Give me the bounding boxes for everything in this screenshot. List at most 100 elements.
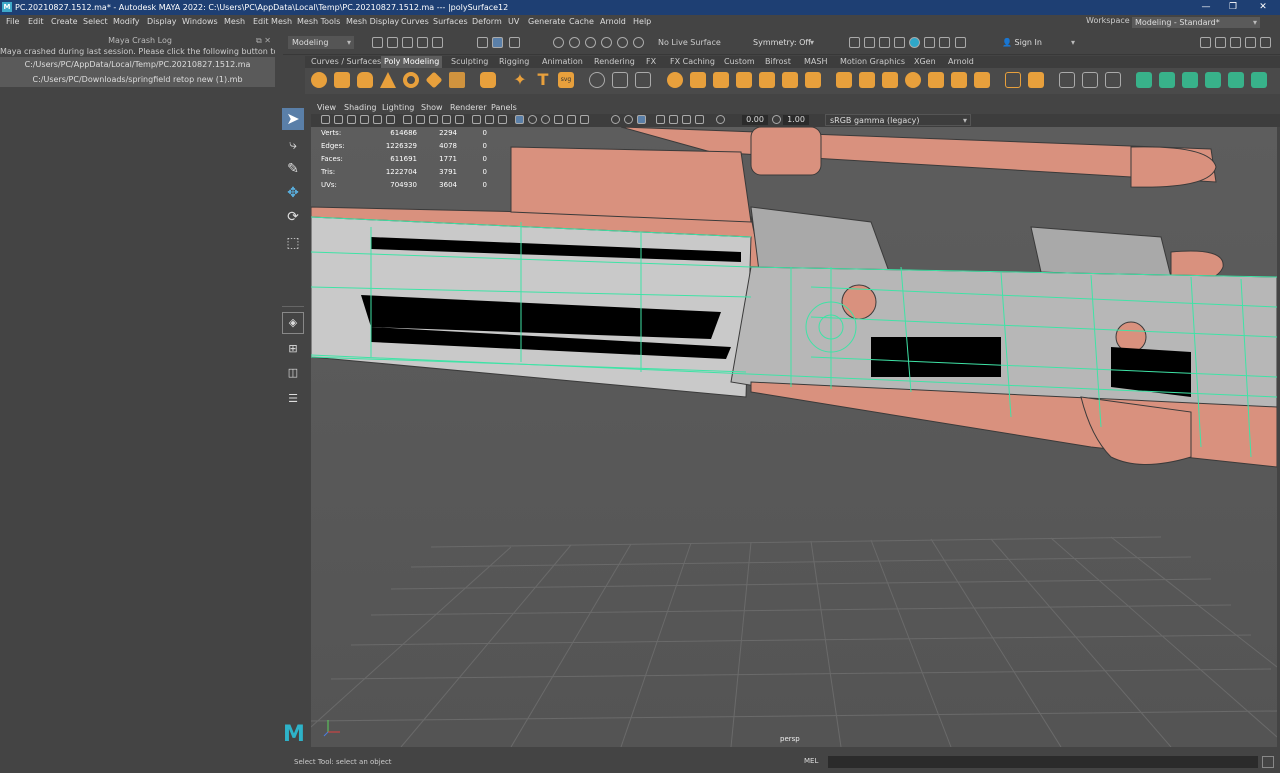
maximize-icon[interactable]: ❐: [1220, 0, 1246, 15]
merge-icon[interactable]: [951, 72, 967, 88]
gate-mask-icon[interactable]: [442, 115, 451, 124]
bookmarks-icon[interactable]: [347, 115, 356, 124]
input-connections-icon[interactable]: [849, 37, 860, 48]
poly-disc-icon[interactable]: [449, 72, 465, 88]
menu-set-dropdown[interactable]: Modeling: [288, 36, 354, 49]
super-shape-icon[interactable]: ✦: [512, 72, 528, 88]
render-frame-icon[interactable]: [909, 37, 920, 48]
menu-cache[interactable]: Cache: [569, 15, 594, 29]
shelf-tab-bifrost[interactable]: Bifrost: [765, 56, 791, 68]
single-perspective-layout-icon[interactable]: ◈: [282, 312, 304, 334]
output-connections-icon[interactable]: [864, 37, 875, 48]
shelf-tab-mash[interactable]: MASH: [804, 56, 827, 68]
select-camera-icon[interactable]: [321, 115, 330, 124]
extrude-icon[interactable]: [836, 72, 852, 88]
fill-hole-icon[interactable]: [805, 72, 821, 88]
svg-icon[interactable]: svg: [558, 72, 574, 88]
anti-aliasing-icon[interactable]: [637, 115, 646, 124]
viewport-menu-renderer[interactable]: Renderer: [450, 102, 487, 113]
perspective-viewport[interactable]: [311, 127, 1277, 747]
field-chart-icon[interactable]: [455, 115, 464, 124]
bevel-icon[interactable]: [882, 72, 898, 88]
make-live-icon[interactable]: [633, 37, 644, 48]
new-scene-icon[interactable]: [372, 37, 383, 48]
snap-to-view-plane-icon[interactable]: [617, 37, 628, 48]
quad-draw-icon[interactable]: [1082, 72, 1098, 88]
menu-deform[interactable]: Deform: [472, 15, 502, 29]
depth-of-field-icon[interactable]: [656, 115, 665, 124]
menu-create[interactable]: Create: [51, 15, 78, 29]
workspace-dropdown[interactable]: Modeling - Standard*: [1132, 17, 1260, 28]
text-icon[interactable]: T: [535, 72, 551, 88]
menu-edit-mesh[interactable]: Edit Mesh: [253, 15, 292, 29]
retopo-icon[interactable]: [782, 72, 798, 88]
2d-pan-zoom-icon[interactable]: [373, 115, 382, 124]
smooth-shade-icon[interactable]: [528, 115, 537, 124]
shelf-tab-xgen[interactable]: XGen: [914, 56, 936, 68]
outliner-layout-icon[interactable]: ☰: [282, 388, 304, 410]
camera-uv-icon[interactable]: [1228, 72, 1244, 88]
menu-help[interactable]: Help: [633, 15, 651, 29]
combine-icon[interactable]: [635, 72, 651, 88]
shelf-tab-rigging[interactable]: Rigging: [499, 56, 529, 68]
menu-uv[interactable]: UV: [508, 15, 519, 29]
close-icon[interactable]: ✕: [1250, 0, 1276, 15]
crash-file-button-1[interactable]: C:/Users/PC/AppData/Local/Temp/PC.202108…: [0, 57, 275, 72]
spherical-uv-icon[interactable]: [1205, 72, 1221, 88]
four-view-layout-icon[interactable]: ⊞: [282, 338, 304, 360]
camera-attributes-icon[interactable]: [334, 115, 343, 124]
type-icon[interactable]: [612, 72, 628, 88]
shadows-icon[interactable]: [580, 115, 589, 124]
menu-edit[interactable]: Edit: [28, 15, 44, 29]
crash-file-button-2[interactable]: C:/Users/PC/Downloads/springfield retop …: [0, 72, 275, 87]
undo-icon[interactable]: [417, 37, 428, 48]
isolate-select-icon[interactable]: [498, 115, 507, 124]
ambient-occlusion-icon[interactable]: [611, 115, 620, 124]
shelf-tab-arnold[interactable]: Arnold: [948, 56, 974, 68]
render-settings-icon[interactable]: [939, 37, 950, 48]
mel-command-input[interactable]: [828, 756, 1258, 768]
viewport-menu-shading[interactable]: Shading: [344, 102, 377, 113]
ipr-render-icon[interactable]: [924, 37, 935, 48]
live-surface-label[interactable]: No Live Surface: [658, 38, 721, 47]
sign-in-dropdown[interactable]: 👤 Sign In: [998, 36, 1078, 49]
viewport-menu-panels[interactable]: Panels: [491, 102, 517, 113]
script-editor-icon[interactable]: [1262, 756, 1274, 768]
connect-icon[interactable]: [1059, 72, 1075, 88]
collapse-icon[interactable]: [928, 72, 944, 88]
menu-windows[interactable]: Windows: [182, 15, 218, 29]
shelf-tab-motion-graphics[interactable]: Motion Graphics: [840, 56, 905, 68]
shelf-tab-poly-modeling[interactable]: Poly Modeling: [381, 56, 443, 68]
shelf-tab-fx[interactable]: FX: [646, 56, 656, 68]
uv-editor-icon[interactable]: [1251, 72, 1267, 88]
menu-surfaces[interactable]: Surfaces: [433, 15, 468, 29]
menu-select[interactable]: Select: [83, 15, 108, 29]
move-tool-icon[interactable]: ✥: [282, 182, 304, 204]
poly-sphere-icon[interactable]: [311, 72, 327, 88]
paint-select-tool-icon[interactable]: ✎: [282, 158, 304, 180]
image-plane-icon[interactable]: [360, 115, 369, 124]
cylindrical-uv-icon[interactable]: [1182, 72, 1198, 88]
exposure-field[interactable]: 0.00: [742, 115, 768, 125]
poly-cone-icon[interactable]: [380, 72, 396, 88]
attribute-editor-icon[interactable]: [1230, 37, 1241, 48]
viewport-menu-view[interactable]: View: [317, 102, 336, 113]
snap-to-grid-icon[interactable]: [553, 37, 564, 48]
edge-flow-icon[interactable]: [1105, 72, 1121, 88]
menu-mesh[interactable]: Mesh: [224, 15, 245, 29]
automatic-uv-icon[interactable]: [1159, 72, 1175, 88]
poly-cube-icon[interactable]: [334, 72, 350, 88]
shelf-tab-fx-caching[interactable]: FX Caching: [670, 56, 715, 68]
viewport-menu-lighting[interactable]: Lighting: [382, 102, 414, 113]
menu-file[interactable]: File: [6, 15, 19, 29]
rotate-tool-icon[interactable]: ⟳: [282, 206, 304, 228]
platonic-solid-icon[interactable]: [480, 72, 496, 88]
multi-cut-icon[interactable]: [1005, 72, 1021, 88]
pause-icon[interactable]: [955, 37, 966, 48]
select-by-object-icon[interactable]: [509, 37, 520, 48]
snap-to-point-icon[interactable]: [585, 37, 596, 48]
shelf-tab-sculpting[interactable]: Sculpting: [451, 56, 488, 68]
xray-icon[interactable]: [669, 115, 678, 124]
grid-icon[interactable]: [403, 115, 412, 124]
xray-joints-icon[interactable]: [682, 115, 691, 124]
